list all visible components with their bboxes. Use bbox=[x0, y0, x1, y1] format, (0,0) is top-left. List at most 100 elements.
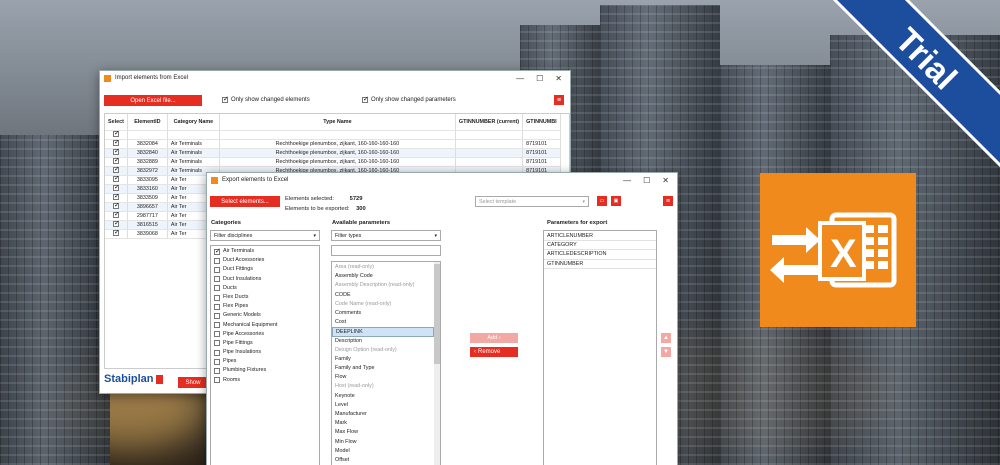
available-parameter-item[interactable]: Code Name (read-only) bbox=[332, 300, 434, 309]
column-header[interactable]: Select bbox=[105, 114, 128, 131]
category-item[interactable]: Flex Ducts bbox=[211, 293, 319, 302]
category-checkbox[interactable] bbox=[214, 312, 220, 319]
available-parameter-item[interactable]: Offset bbox=[332, 456, 434, 465]
category-item[interactable]: Plumbing Fixtures bbox=[211, 366, 319, 375]
export-parameter-item[interactable]: ARTICLEDESCRIPTION bbox=[544, 250, 656, 260]
available-parameter-item[interactable]: Mark bbox=[332, 419, 434, 428]
category-checkbox[interactable] bbox=[214, 331, 220, 338]
category-item[interactable]: Duct Insulations bbox=[211, 275, 319, 284]
available-parameter-item[interactable]: Comments bbox=[332, 309, 434, 318]
table-row[interactable]: 3832889Air TerminalsRechthoekige plenumb… bbox=[105, 157, 561, 167]
available-parameter-item[interactable]: Assembly Code bbox=[332, 272, 434, 281]
export-parameter-item[interactable]: GTINNUMBER bbox=[544, 260, 656, 269]
category-checkbox[interactable] bbox=[214, 358, 220, 365]
available-parameter-item[interactable]: Area (read-only) bbox=[332, 263, 434, 272]
available-parameter-item[interactable]: Description bbox=[332, 337, 434, 346]
available-parameter-item[interactable]: Manufacturer bbox=[332, 410, 434, 419]
remove-button[interactable]: ‹ Remove bbox=[470, 347, 518, 357]
open-template-button[interactable]: ▭ bbox=[597, 196, 607, 206]
category-checkbox[interactable] bbox=[214, 257, 220, 264]
available-parameter-item[interactable]: CODE bbox=[332, 291, 434, 300]
row-checkbox[interactable] bbox=[112, 202, 120, 209]
row-checkbox[interactable] bbox=[112, 229, 120, 236]
row-checkbox[interactable] bbox=[112, 220, 120, 227]
scrollbar-thumb[interactable] bbox=[434, 264, 440, 364]
category-checkbox[interactable] bbox=[214, 368, 220, 375]
save-template-button[interactable]: ▣ bbox=[611, 196, 621, 206]
available-parameter-item[interactable]: Keynote bbox=[332, 392, 434, 401]
select-elements-button[interactable]: Select elements... bbox=[210, 196, 280, 207]
category-checkbox[interactable] bbox=[214, 303, 220, 310]
row-checkbox[interactable] bbox=[112, 148, 120, 155]
available-scrollbar[interactable] bbox=[434, 262, 440, 465]
category-item[interactable]: Duct Fittings bbox=[211, 265, 319, 274]
category-checkbox[interactable] bbox=[214, 349, 220, 356]
only-changed-elements-toggle[interactable]: Only show changed elements bbox=[222, 95, 310, 103]
select-all-cell[interactable] bbox=[105, 130, 128, 140]
available-parameter-item[interactable]: Host (read-only) bbox=[332, 382, 434, 391]
column-header[interactable]: GTINNUMBI bbox=[522, 114, 561, 131]
checkbox[interactable] bbox=[222, 95, 229, 103]
template-select[interactable]: Select template ▾ bbox=[475, 196, 589, 207]
column-header[interactable]: Type Name bbox=[219, 114, 456, 131]
available-parameter-item[interactable]: Assembly Description (read-only) bbox=[332, 281, 434, 290]
move-down-button[interactable]: ▼ bbox=[661, 347, 671, 357]
export-parameter-item[interactable]: CATEGORY bbox=[544, 241, 656, 251]
show-button[interactable]: Show bbox=[178, 377, 208, 388]
row-checkbox[interactable] bbox=[112, 193, 120, 200]
select-all-checkbox[interactable] bbox=[112, 130, 120, 137]
category-item[interactable]: Pipe Fittings bbox=[211, 339, 319, 348]
category-item[interactable]: Pipe Accessories bbox=[211, 330, 319, 339]
row-checkbox[interactable] bbox=[112, 175, 120, 182]
category-checkbox[interactable] bbox=[214, 377, 220, 384]
export-parameter-item[interactable]: ARTICLENUMBER bbox=[544, 232, 656, 242]
menu-button[interactable]: ≡ bbox=[663, 196, 673, 206]
row-checkbox[interactable] bbox=[112, 211, 120, 218]
category-checkbox[interactable] bbox=[214, 340, 220, 347]
available-parameter-item[interactable]: Family bbox=[332, 355, 434, 364]
column-header[interactable]: ElementID bbox=[127, 114, 168, 131]
row-checkbox[interactable] bbox=[112, 139, 120, 146]
category-item[interactable]: Generic Models bbox=[211, 311, 319, 320]
available-parameter-item[interactable]: DEEPLINK bbox=[332, 327, 434, 337]
parameter-search-input[interactable] bbox=[331, 245, 441, 256]
category-item[interactable]: Air Terminals bbox=[211, 247, 319, 256]
add-button[interactable]: Add › bbox=[470, 333, 518, 343]
category-checkbox[interactable] bbox=[214, 266, 220, 273]
available-parameter-item[interactable]: Model bbox=[332, 447, 434, 456]
open-excel-button[interactable]: Open Excel file... bbox=[104, 95, 202, 106]
checkbox[interactable] bbox=[362, 95, 369, 103]
row-checkbox[interactable] bbox=[112, 157, 120, 164]
only-changed-parameters-toggle[interactable]: Only show changed parameters bbox=[362, 95, 456, 103]
minimize-icon[interactable]: — bbox=[623, 176, 631, 185]
column-header[interactable]: GTINNUMBER (current) bbox=[455, 114, 524, 131]
category-item[interactable]: Ducts bbox=[211, 284, 319, 293]
category-checkbox[interactable] bbox=[214, 247, 221, 256]
filter-types-select[interactable]: Filter types ▾ bbox=[331, 230, 441, 241]
minimize-icon[interactable]: — bbox=[516, 74, 524, 83]
row-checkbox[interactable] bbox=[112, 184, 120, 191]
available-parameter-item[interactable]: Design Option (read-only) bbox=[332, 346, 434, 355]
available-parameter-item[interactable]: Level bbox=[332, 401, 434, 410]
close-icon[interactable]: ✕ bbox=[662, 176, 669, 185]
maximize-icon[interactable]: ☐ bbox=[536, 74, 543, 83]
available-parameter-item[interactable]: Flow bbox=[332, 373, 434, 382]
table-row[interactable]: 3832840Air TerminalsRechthoekige plenumb… bbox=[105, 148, 561, 158]
category-checkbox[interactable] bbox=[214, 322, 220, 329]
available-parameter-item[interactable]: Min Flow bbox=[332, 438, 434, 447]
category-item[interactable]: Rooms bbox=[211, 376, 319, 385]
category-checkbox[interactable] bbox=[214, 285, 220, 292]
category-item[interactable]: Pipes bbox=[211, 357, 319, 366]
category-checkbox[interactable] bbox=[214, 294, 220, 301]
table-row[interactable]: 3832084Air TerminalsRechthoekige plenumb… bbox=[105, 139, 561, 149]
category-item[interactable]: Mechanical Equipment bbox=[211, 321, 319, 330]
available-parameter-item[interactable]: Max Flow bbox=[332, 428, 434, 437]
available-parameter-item[interactable]: Family and Type bbox=[332, 364, 434, 373]
available-parameter-item[interactable]: Cost bbox=[332, 318, 434, 327]
category-checkbox[interactable] bbox=[214, 276, 220, 283]
menu-button[interactable]: ≡ bbox=[554, 95, 564, 105]
maximize-icon[interactable]: ☐ bbox=[643, 176, 650, 185]
category-item[interactable]: Flex Pipes bbox=[211, 302, 319, 311]
category-item[interactable]: Duct Accessories bbox=[211, 256, 319, 265]
filter-disciplines-select[interactable]: Filter disciplines ▾ bbox=[210, 230, 320, 241]
